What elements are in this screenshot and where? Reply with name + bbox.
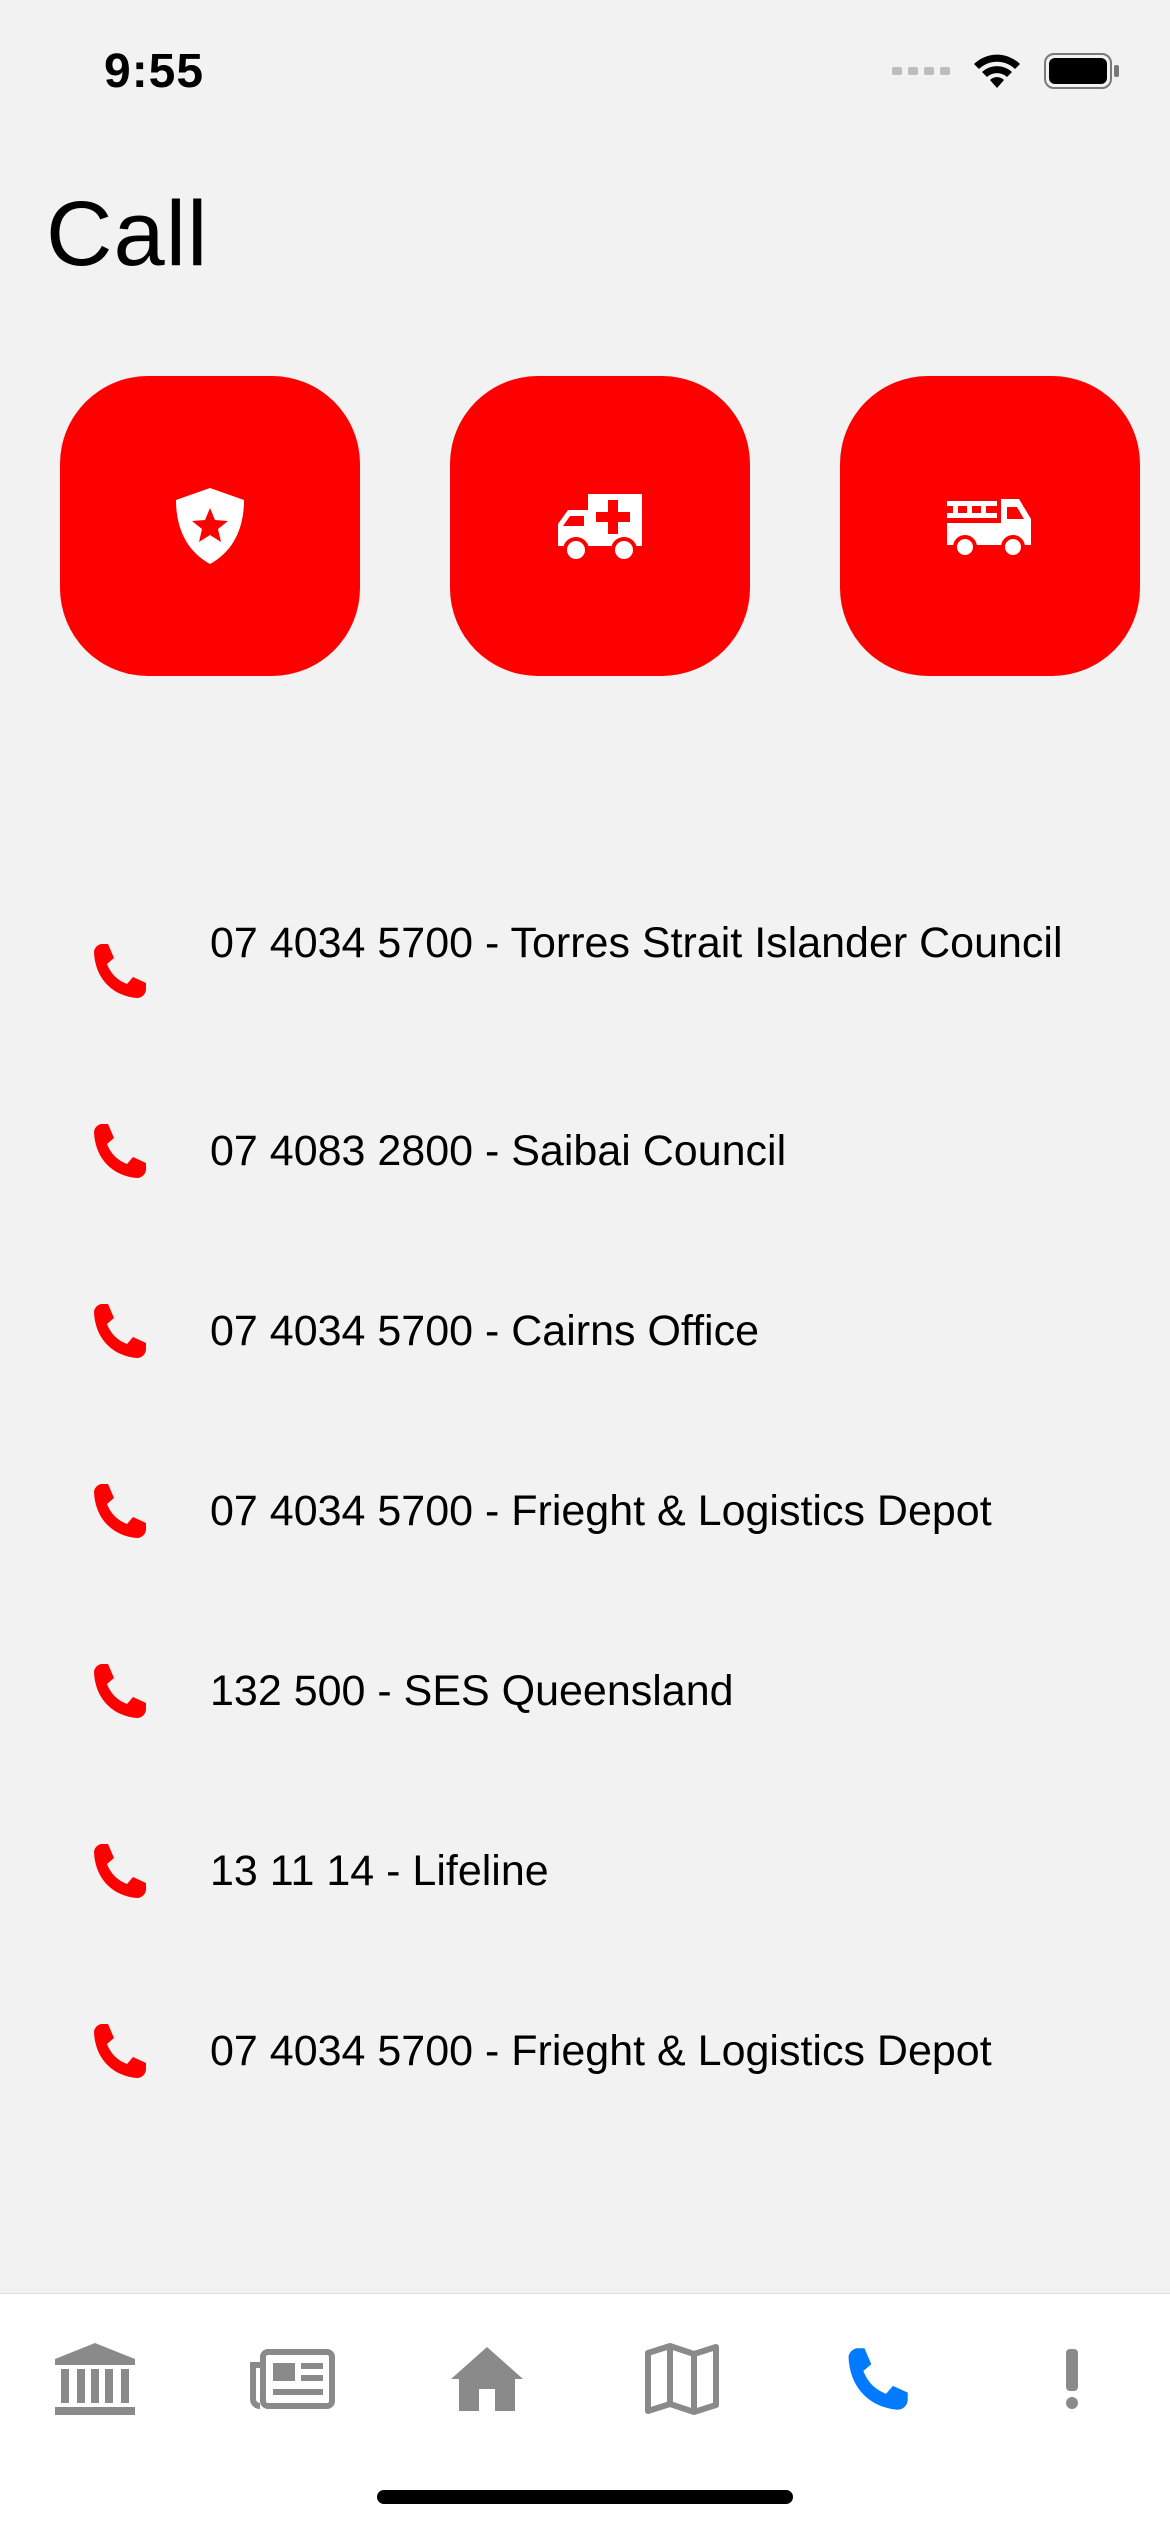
- phone-icon: [94, 1484, 146, 1538]
- contact-label: 07 4034 5700 - Torres Strait Islander Co…: [210, 919, 1063, 967]
- phone-icon: [848, 2348, 908, 2410]
- tab-call[interactable]: [822, 2324, 932, 2434]
- contact-label: 07 4083 2800 - Saibai Council: [210, 1127, 787, 1175]
- tab-government[interactable]: [40, 2324, 150, 2434]
- home-icon: [451, 2347, 523, 2411]
- contact-label: 07 4034 5700 - Frieght & Logistics Depot: [210, 2027, 992, 2075]
- home-indicator: [377, 2490, 793, 2504]
- contact-label: 07 4034 5700 - Frieght & Logistics Depot: [210, 1487, 992, 1535]
- ambulance-button[interactable]: [450, 376, 750, 676]
- phone-icon: [94, 2024, 146, 2078]
- call-screen: 9:55 Call 07 4034 5700 - Torres Strait I…: [0, 0, 1170, 2532]
- wifi-icon: [974, 54, 1020, 88]
- fire-truck-button[interactable]: [840, 376, 1140, 676]
- map-icon: [645, 2343, 719, 2415]
- tab-alerts[interactable]: [1017, 2324, 1127, 2434]
- emergency-buttons: [0, 376, 1170, 676]
- signal-dots-icon: [892, 67, 950, 75]
- tab-home[interactable]: [432, 2324, 542, 2434]
- battery-icon: [1044, 53, 1119, 89]
- phone-icon: [94, 1124, 146, 1178]
- tab-map[interactable]: [627, 2324, 737, 2434]
- status-icons: [892, 52, 1120, 90]
- phone-icon: [94, 944, 146, 998]
- phone-icon: [94, 1664, 146, 1718]
- page-title: Call: [46, 183, 209, 285]
- phone-icon: [94, 1304, 146, 1358]
- contact-label: 13 11 14 - Lifeline: [210, 1847, 549, 1895]
- police-button[interactable]: [60, 376, 360, 676]
- newspaper-icon: [250, 2349, 335, 2409]
- fire-truck-icon: [947, 499, 1031, 559]
- contact-label: 132 500 - SES Queensland: [210, 1667, 734, 1715]
- contact-label: 07 4034 5700 - Cairns Office: [210, 1307, 759, 1355]
- ambulance-icon: [558, 494, 642, 563]
- police-shield-icon: [176, 488, 244, 564]
- phone-icon: [94, 1844, 146, 1898]
- status-time: 9:55: [104, 45, 205, 98]
- government-building-icon: [55, 2343, 135, 2415]
- exclamation-icon: [1066, 2349, 1078, 2409]
- status-bar: 9:55: [0, 0, 1170, 150]
- tab-news[interactable]: [237, 2324, 347, 2434]
